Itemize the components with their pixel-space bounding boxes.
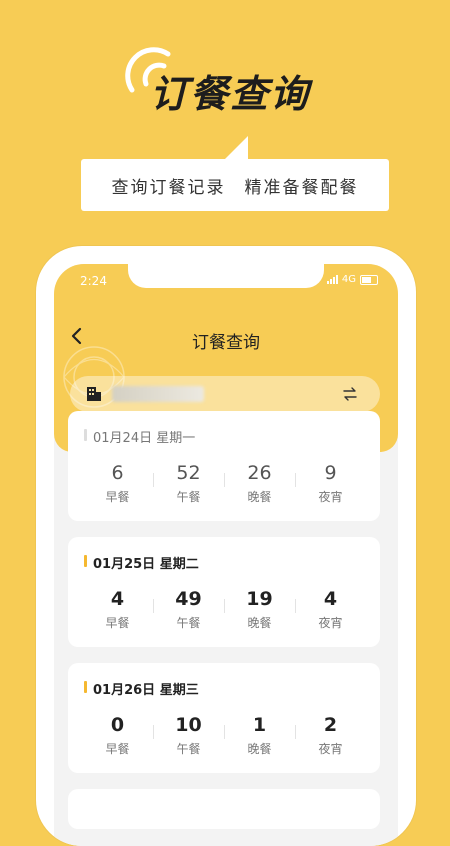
building-icon xyxy=(87,387,101,401)
phone-notch xyxy=(128,264,324,288)
phone-frame: 2:24 4G 订餐查询 01月24日 星期一 6 早餐 52 午餐 26 晚餐… xyxy=(36,246,416,846)
battery-icon xyxy=(360,274,378,285)
day-date: 01月26日 星期三 xyxy=(84,679,199,698)
tagline-tail xyxy=(224,136,248,160)
status-indicators: 4G xyxy=(326,274,378,285)
meal-breakfast: 4 早餐 xyxy=(105,588,130,630)
status-time: 2:24 xyxy=(80,274,107,288)
meal-lunch: 52 午餐 xyxy=(153,461,224,505)
meal-lunch: 10 午餐 xyxy=(153,713,224,757)
swap-arrows-icon[interactable] xyxy=(342,386,358,402)
meal-breakfast: 6 早餐 xyxy=(105,462,130,504)
meal-counts: 0 早餐 10 午餐 1 晚餐 2 夜宵 xyxy=(82,713,366,757)
meal-dinner: 19 晚餐 xyxy=(224,587,295,631)
day-date: 01月25日 星期二 xyxy=(84,553,199,572)
meal-late-night: 9 夜宵 xyxy=(295,461,366,505)
date-accent-bar xyxy=(84,555,87,567)
day-card-partial[interactable] xyxy=(68,789,380,829)
meal-counts: 6 早餐 52 午餐 26 晚餐 9 夜宵 xyxy=(82,461,366,505)
day-card[interactable]: 01月24日 星期一 6 早餐 52 午餐 26 晚餐 9 夜宵 xyxy=(68,411,380,521)
app-screen: 2:24 4G 订餐查询 01月24日 星期一 6 早餐 52 午餐 26 晚餐… xyxy=(54,264,398,846)
cell-signal-icon xyxy=(326,275,338,284)
promo-tagline: 查询订餐记录 精准备餐配餐 xyxy=(81,159,389,211)
network-type: 4G xyxy=(341,274,356,285)
day-card[interactable]: 01月25日 星期二 4 早餐 49 午餐 19 晚餐 4 夜宵 xyxy=(68,537,380,647)
day-card[interactable]: 01月26日 星期三 0 早餐 10 午餐 1 晚餐 2 夜宵 xyxy=(68,663,380,773)
meal-counts: 4 早餐 49 午餐 19 晚餐 4 夜宵 xyxy=(82,587,366,631)
meal-breakfast: 0 早餐 xyxy=(105,714,130,756)
day-date: 01月24日 星期一 xyxy=(84,427,195,446)
date-accent-bar xyxy=(84,429,87,441)
meal-dinner: 1 晚餐 xyxy=(224,713,295,757)
meal-late-night: 4 夜宵 xyxy=(295,587,366,631)
meal-late-night: 2 夜宵 xyxy=(295,713,366,757)
store-name-blurred xyxy=(112,386,204,402)
page-title: 订餐查询 xyxy=(192,333,260,353)
promo-title: 订餐查询 xyxy=(150,72,311,116)
date-accent-bar xyxy=(84,681,87,693)
store-selector[interactable] xyxy=(70,376,380,412)
meal-dinner: 26 晚餐 xyxy=(224,461,295,505)
meal-lunch: 49 午餐 xyxy=(153,587,224,631)
